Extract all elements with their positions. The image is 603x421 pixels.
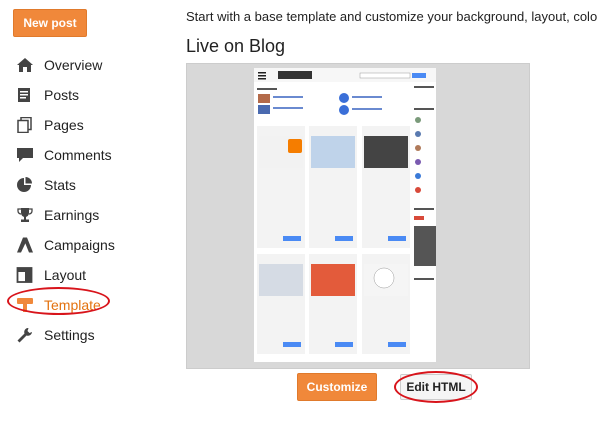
sidebar-item-label: Earnings [44, 207, 100, 223]
sidebar-item-label: Pages [44, 117, 84, 133]
posts-icon [18, 88, 30, 102]
sidebar-item-earnings[interactable]: Earnings [0, 200, 180, 230]
sidebar-item-label: Stats [44, 177, 76, 193]
new-post-button[interactable]: New post [13, 9, 87, 37]
sidebar-item-comments[interactable]: Comments [0, 140, 180, 170]
edit-html-highlight-ring [394, 371, 478, 403]
sidebar-item-campaigns[interactable]: Campaigns [0, 230, 180, 260]
sidebar-item-pages[interactable]: Pages [0, 110, 180, 140]
pie-chart-icon [17, 177, 32, 192]
layout-icon [16, 267, 33, 283]
blog-screenshot [254, 68, 436, 362]
sidebar-item-label: Overview [44, 57, 103, 73]
wrench-icon [17, 328, 32, 343]
customize-button[interactable]: Customize [297, 373, 377, 401]
template-highlight-ring [7, 287, 110, 315]
sidebar-item-label: Settings [44, 327, 95, 343]
sidebar-item-label: Posts [44, 87, 80, 103]
sidebar-item-posts[interactable]: Posts [0, 80, 180, 110]
sidebar: New post Overview Posts Pages Comments S… [0, 0, 180, 421]
sidebar-item-label: Campaigns [44, 237, 115, 253]
sidebar-item-label: Comments [44, 147, 112, 163]
main-content: Start with a base template and customize… [186, 0, 603, 421]
section-title: Live on Blog [186, 36, 286, 56]
pages-icon [17, 117, 32, 133]
adwords-icon [17, 237, 33, 253]
blog-preview[interactable] [186, 63, 530, 369]
sidebar-item-overview[interactable]: Overview [0, 50, 180, 80]
sidebar-item-layout[interactable]: Layout [0, 260, 180, 290]
trophy-icon [17, 208, 33, 222]
sidebar-item-stats[interactable]: Stats [0, 170, 180, 200]
sidebar-item-settings[interactable]: Settings [0, 320, 180, 350]
sidebar-item-label: Layout [44, 267, 87, 283]
intro-text: Start with a base template and customize… [186, 9, 598, 24]
home-icon [17, 58, 33, 72]
comment-icon [17, 148, 33, 162]
